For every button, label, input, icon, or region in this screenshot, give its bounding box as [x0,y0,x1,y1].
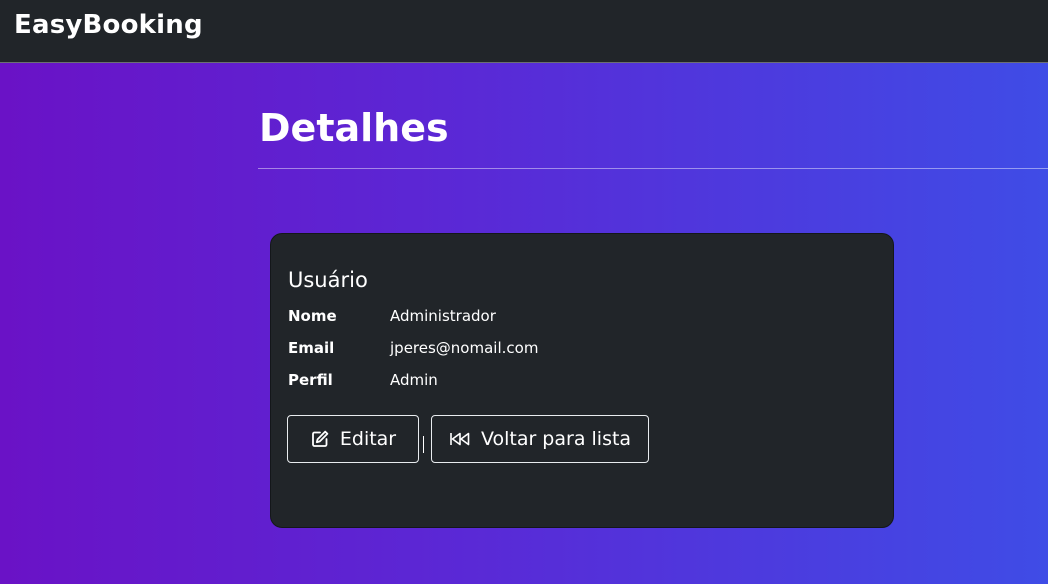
back-to-list-button[interactable]: Voltar para lista [431,415,649,463]
detail-value: jperes@nomail.com [390,339,539,357]
pencil-square-icon [310,429,330,449]
brand-logo-link[interactable]: EasyBooking [14,10,203,40]
detail-label: Email [288,339,335,357]
title-divider [258,168,1048,169]
user-details-card: Usuário Nome Administrador Email jperes@… [270,233,894,528]
page-title: Detalhes [259,106,449,150]
detail-label: Nome [288,307,337,325]
card-title: Usuário [288,268,368,292]
top-navbar: EasyBooking [0,0,1048,63]
detail-label: Perfil [288,371,333,389]
button-separator [423,436,424,453]
detail-value: Administrador [390,307,496,325]
edit-button-label: Editar [339,428,397,450]
rewind-icon [449,432,471,446]
detail-value: Admin [390,371,438,389]
back-button-label: Voltar para lista [480,428,632,450]
edit-button[interactable]: Editar [287,415,419,463]
